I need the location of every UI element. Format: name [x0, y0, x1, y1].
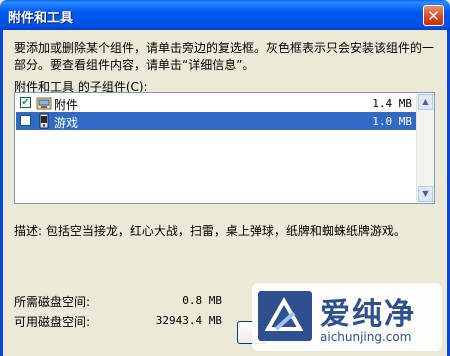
item-size: 1.0 MB [372, 115, 412, 128]
close-button[interactable]: ✕ [423, 5, 444, 26]
item-name: 附件 [54, 98, 79, 112]
accessories-checkbox[interactable]: ✔ [20, 97, 31, 108]
list-scrollbar[interactable]: ▲ ▼ [416, 93, 434, 203]
close-icon: ✕ [427, 7, 440, 25]
watermark: 爱纯净 aichunjing.com [252, 283, 442, 351]
component-description: 描述: 包括空当接龙，红心大战，扫雷，桌上弹球，纸牌和蜘蛛纸牌游戏。 [14, 224, 406, 238]
games-icon [39, 113, 49, 129]
item-name: 游戏 [54, 116, 79, 130]
required-space-value: 0.8 MB [182, 294, 222, 307]
brand-logo-icon [258, 291, 312, 341]
instructions-text: 要添加或删除某个组件，请单击旁边的复选框。灰色框表示只会安装该组件的一部分。要查… [14, 41, 435, 72]
brand-name: 爱纯净 [320, 297, 416, 332]
window-title: 附件和工具 [8, 11, 74, 26]
list-item-accessories[interactable]: ✔ 附件 1.4 MB [16, 94, 418, 112]
games-checkbox[interactable] [20, 115, 31, 126]
item-size: 1.4 MB [372, 97, 412, 110]
subcomponents-list[interactable]: ✔ 附件 1.4 MB 游戏 1.0 MB ▲ ▼ [14, 92, 435, 204]
required-space-label: 所需磁盘空间: [14, 295, 91, 309]
scroll-up-icon[interactable]: ▲ [418, 94, 433, 110]
list-item-games[interactable]: 游戏 1.0 MB [16, 112, 418, 130]
scroll-down-icon[interactable]: ▼ [418, 186, 433, 202]
brand-url: aichunjing.com [320, 330, 412, 344]
accessories-icon [36, 97, 52, 110]
title-bar[interactable]: 附件和工具 ✕ [0, 0, 450, 30]
available-space-label: 可用磁盘空间: [14, 315, 91, 329]
available-space-value: 32943.4 MB [155, 314, 222, 327]
window-frame-left [0, 30, 3, 356]
